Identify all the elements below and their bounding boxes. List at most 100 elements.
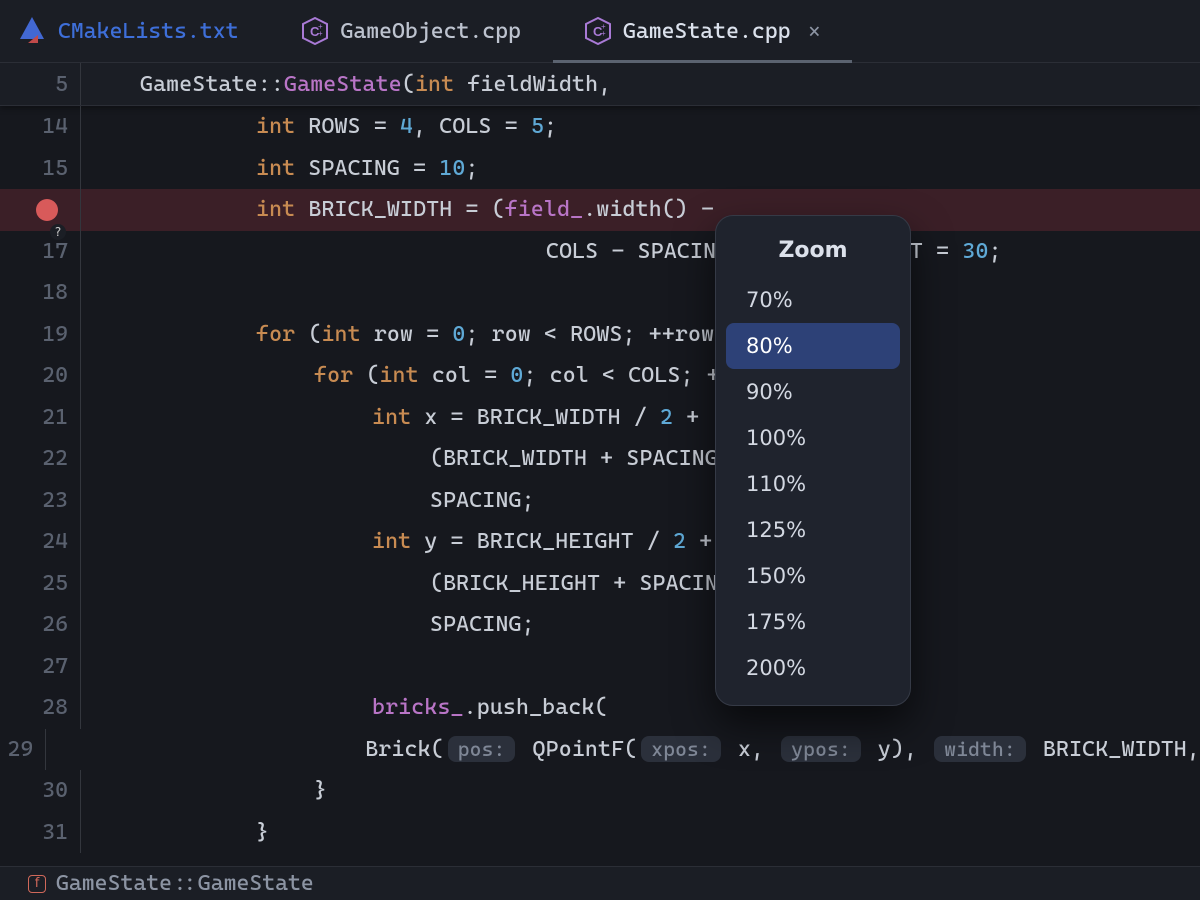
code-token: QPointF( (519, 737, 637, 762)
zoom-option-110[interactable]: 110% (726, 461, 900, 507)
zoom-option-125[interactable]: 125% (726, 507, 900, 553)
line-number: 23 (42, 488, 68, 513)
gutter[interactable]: 26 (0, 612, 80, 637)
code-token: for (256, 322, 308, 347)
code-token: SPACING = (308, 156, 439, 181)
tab-gamestate-cpp[interactable]: C + + GameState.cpp × (553, 0, 852, 62)
inlay-hint: xpos: (641, 736, 721, 762)
code-line[interactable]: 23SPACING; (0, 480, 1200, 522)
breadcrumb-text: GameState::GameState (56, 871, 314, 896)
code-token: (BRICK_WIDTH + SPACING) (430, 446, 731, 471)
code-line[interactable]: 15 int SPACING = 10; (0, 148, 1200, 190)
code-token: ; row < ROWS; ++row) (465, 322, 727, 347)
svg-text:+: + (318, 29, 323, 38)
tab-cmakelists-txt[interactable]: CMakeLists.txt (0, 0, 270, 62)
gutter[interactable]: 25 (0, 571, 80, 596)
code-token: bricks_ (372, 695, 464, 720)
gutter[interactable]: 14 (0, 114, 80, 139)
cpp-file-icon: C + + (585, 17, 611, 45)
svg-text:+: + (601, 29, 606, 38)
zoom-popup: Zoom 70%80%90%100%110%125%150%175%200% (715, 215, 911, 706)
line-number: 28 (42, 695, 68, 720)
code-token: (BRICK_HEIGHT + SPACING) (430, 571, 744, 596)
gutter[interactable]: 30 (0, 778, 80, 803)
code-token: x = BRICK_WIDTH / (424, 405, 660, 430)
tab-gameobject-cpp[interactable]: C + + GameObject.cpp (270, 0, 552, 62)
code-text: int y = BRICK_HEIGHT / 2 + (140, 529, 712, 554)
code-line[interactable]: 29Brick(pos: QPointF(xpos: x, ypos: y), … (0, 729, 1200, 771)
zoom-option-150[interactable]: 150% (726, 553, 900, 599)
tab-label: GameState.cpp (623, 19, 791, 44)
code-line[interactable]: 24 int y = BRICK_HEIGHT / 2 + (0, 521, 1200, 563)
zoom-option-175[interactable]: 175% (726, 599, 900, 645)
tab-bar: CMakeLists.txt C + + GameObject.cpp C + … (0, 0, 1200, 63)
code-line[interactable]: 21int x = BRICK_WIDTH / 2 + (0, 397, 1200, 439)
gutter[interactable]: 17 (0, 239, 80, 264)
inlay-hint: ypos: (781, 736, 861, 762)
code-token: int (256, 114, 308, 139)
code-token: ( (366, 363, 379, 388)
zoom-option-100[interactable]: 100% (726, 415, 900, 461)
code-token: Brick( (365, 737, 444, 762)
code-line[interactable]: 31} (0, 812, 1200, 854)
code-line[interactable]: 19for (int row = 0; row < ROWS; ++row) (0, 314, 1200, 356)
zoom-option-70[interactable]: 70% (726, 277, 900, 323)
zoom-option-200[interactable]: 200% (726, 645, 900, 691)
code-token: ; (989, 239, 1002, 264)
tab-label: GameObject.cpp (340, 19, 520, 44)
code-token: 30 (962, 239, 988, 264)
line-number: 22 (42, 446, 68, 471)
code-line[interactable]: ?int BRICK_WIDTH = (field_.width() - (0, 189, 1200, 231)
code-token: int (321, 322, 373, 347)
code-token: 4 (400, 114, 413, 139)
gutter[interactable]: 23 (0, 488, 80, 513)
code-text: int SPACING = 10; (140, 156, 479, 181)
zoom-option-90[interactable]: 90% (726, 369, 900, 415)
gutter[interactable]: 29 (0, 737, 45, 762)
code-token: int (256, 156, 308, 181)
gutter[interactable]: 24 (0, 529, 80, 554)
code-line[interactable]: 30} (0, 770, 1200, 812)
gutter[interactable]: 15 (0, 156, 80, 181)
code-line[interactable]: 20for (int col = 0; col < COLS; ++ (0, 355, 1200, 397)
gutter[interactable]: 31 (0, 820, 80, 845)
code-text: } (140, 778, 327, 803)
gutter[interactable]: 19 (0, 322, 80, 347)
breadcrumb[interactable]: f GameState::GameState (0, 866, 1200, 900)
code-token: + (673, 405, 699, 430)
code-line[interactable]: 27 (0, 646, 1200, 688)
code-token: for (314, 363, 366, 388)
gutter[interactable]: 18 (0, 280, 80, 305)
code-text: bricks_.push_back( (140, 695, 608, 720)
code-line[interactable]: 28 bricks_.push_back( (0, 687, 1200, 729)
code-line[interactable]: 14int ROWS = 4, COLS = 5; (0, 106, 1200, 148)
code-text: COLS - SPACING (140, 239, 729, 264)
code-token: ; (544, 114, 557, 139)
code-text: SPACING; (140, 612, 535, 637)
code-token: x, (725, 737, 777, 762)
code-line[interactable]: 22 (BRICK_WIDTH + SPACING) (0, 438, 1200, 480)
gutter[interactable]: 21 (0, 405, 80, 430)
line-number: 20 (42, 363, 68, 388)
code-editor[interactable]: 14int ROWS = 4, COLS = 5;15int SPACING =… (0, 106, 1200, 853)
code-token: } (314, 778, 327, 803)
code-token: field_ (505, 197, 584, 222)
close-icon[interactable]: × (809, 19, 821, 43)
code-text: int BRICK_WIDTH = (field_.width() - (140, 197, 727, 222)
code-token: y = BRICK_HEIGHT / (424, 529, 673, 554)
code-line[interactable]: 26 SPACING; (0, 604, 1200, 646)
gutter[interactable]: 20 (0, 363, 80, 388)
gutter[interactable]: 28 (0, 695, 80, 720)
line-number: 18 (42, 280, 68, 305)
line-number: 25 (42, 571, 68, 596)
line-number: 30 (42, 778, 68, 803)
code-line[interactable]: 17COLS - SPACINGT = 30; (0, 231, 1200, 273)
gutter[interactable]: 27 (0, 654, 80, 679)
zoom-option-80[interactable]: 80% (726, 323, 900, 369)
gutter[interactable]: 22 (0, 446, 80, 471)
line-number: 14 (42, 114, 68, 139)
sticky-code: GameState::GameState(int fieldWidth, (140, 72, 611, 97)
code-line[interactable]: 25 (BRICK_HEIGHT + SPACING) (0, 563, 1200, 605)
breakpoint-icon[interactable] (36, 199, 58, 221)
code-line[interactable]: 18 (0, 272, 1200, 314)
